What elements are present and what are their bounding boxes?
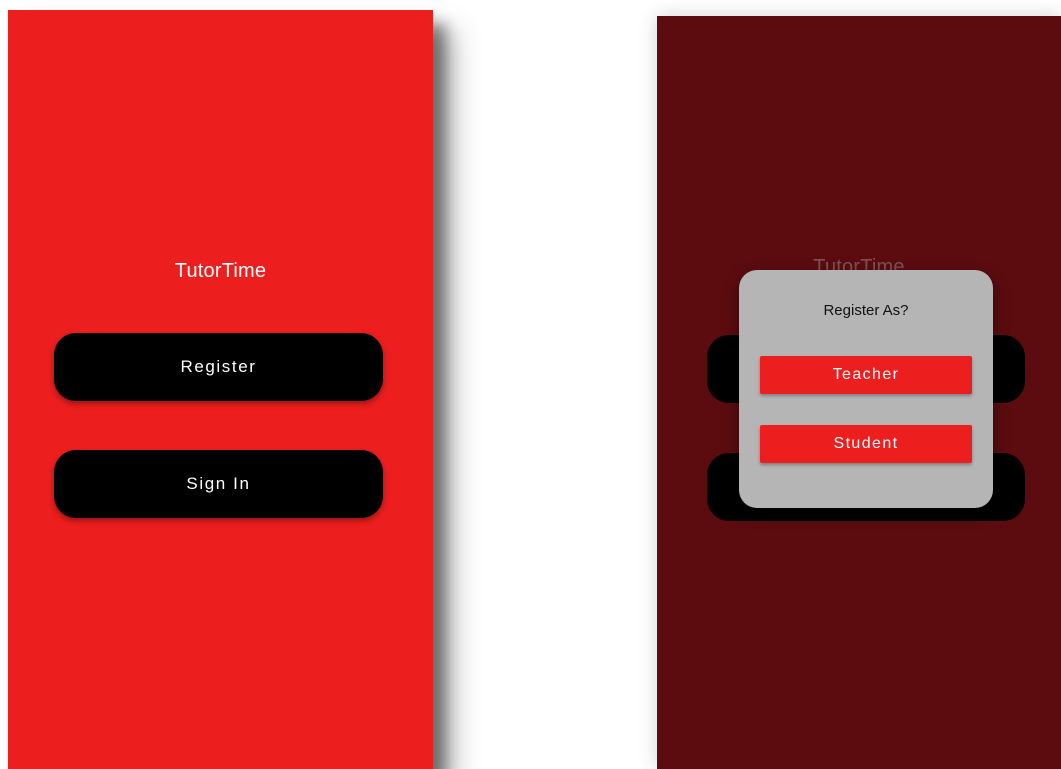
- comparison-canvas: TutorTime Register Sign In TutorTime Reg…: [0, 0, 1061, 769]
- register-as-dialog: Register As? Teacher Student: [739, 270, 993, 508]
- register-dialog-screen: TutorTime Register As? Teacher Student: [657, 16, 1061, 769]
- register-button[interactable]: Register: [54, 333, 383, 401]
- student-button[interactable]: Student: [760, 425, 972, 463]
- sign-in-button[interactable]: Sign In: [54, 450, 383, 518]
- teacher-button[interactable]: Teacher: [760, 356, 972, 394]
- dialog-title: Register As?: [823, 302, 909, 319]
- app-title: TutorTime: [174, 260, 267, 282]
- home-screen: TutorTime Register Sign In: [8, 10, 433, 769]
